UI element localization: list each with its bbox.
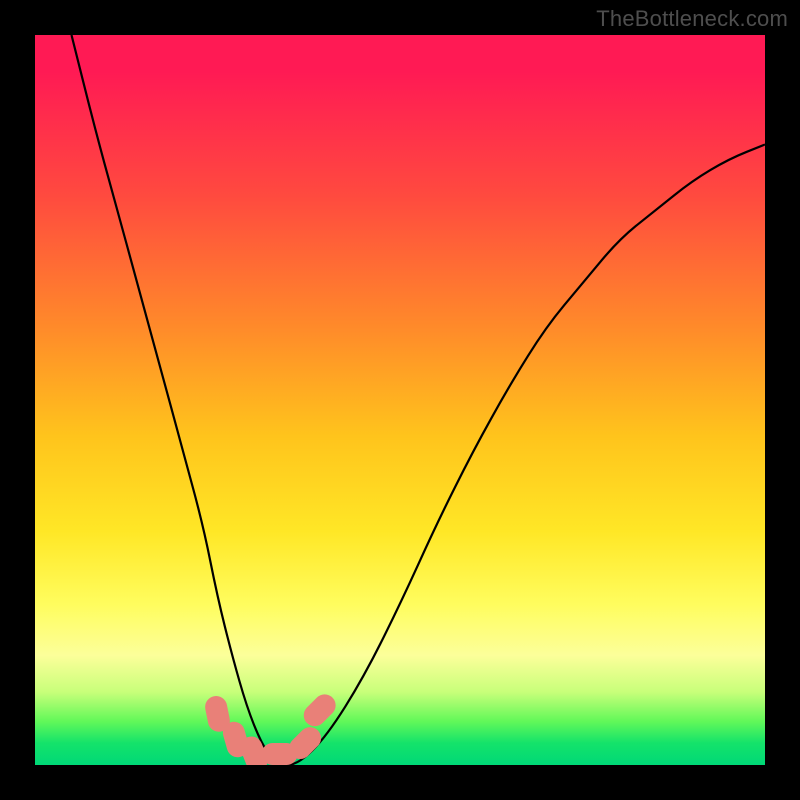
bottleneck-curve — [72, 35, 766, 765]
chart-frame: TheBottleneck.com — [0, 0, 800, 800]
plot-area — [35, 35, 765, 765]
curve-layer — [35, 35, 765, 765]
attribution-label: TheBottleneck.com — [596, 6, 788, 32]
marker-group — [203, 690, 340, 765]
